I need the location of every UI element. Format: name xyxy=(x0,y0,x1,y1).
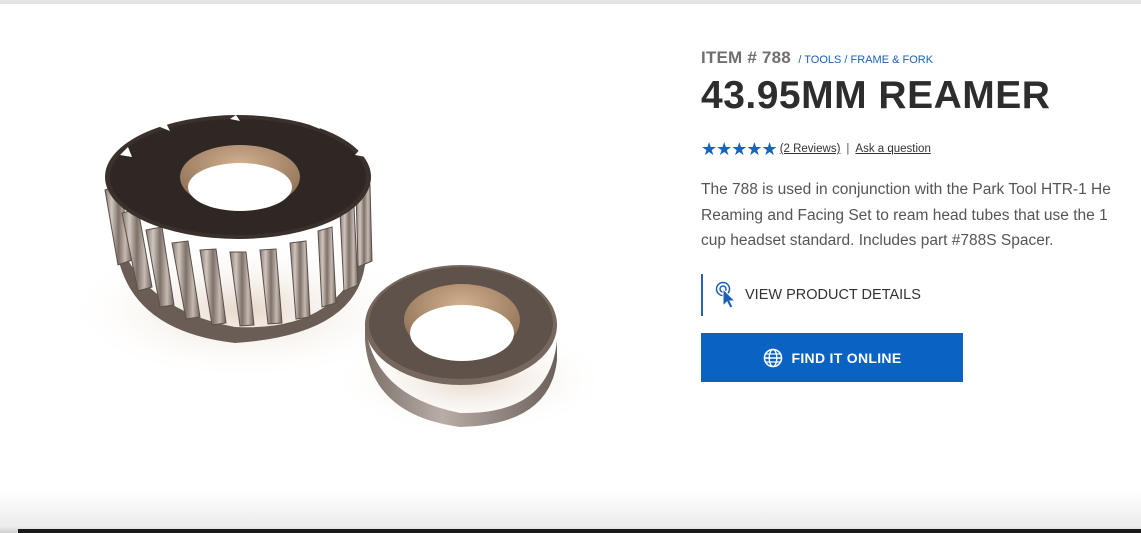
find-it-online-button[interactable]: FIND IT ONLINE xyxy=(701,333,963,382)
top-divider xyxy=(0,0,1141,4)
breadcrumb-link-frame-fork[interactable]: FRAME & FORK xyxy=(851,54,934,66)
rating-separator: | xyxy=(846,143,850,155)
product-description: The 788 is used in conjunction with the … xyxy=(701,181,1111,249)
reviews-link[interactable]: (2 Reviews) xyxy=(780,143,841,155)
item-line: ITEM # 788 / TOOLS / FRAME & FORK xyxy=(701,48,933,68)
rating-row: ★★★★★ (2 Reviews) | Ask a question xyxy=(701,140,931,158)
view-product-details-link[interactable]: VIEW PRODUCT DETAILS xyxy=(701,274,921,316)
pointer-click-icon xyxy=(715,281,737,309)
breadcrumb-separator: / xyxy=(844,54,848,66)
footer-shadow xyxy=(0,490,1141,533)
breadcrumb-link-tools[interactable]: TOOLS xyxy=(804,54,841,66)
view-product-details-label: VIEW PRODUCT DETAILS xyxy=(745,287,921,303)
product-image xyxy=(65,115,610,435)
find-it-online-label: FIND IT ONLINE xyxy=(791,349,902,366)
globe-icon xyxy=(763,348,782,367)
ask-question-link[interactable]: Ask a question xyxy=(855,143,930,155)
bottom-divider xyxy=(18,529,1141,533)
product-title: 43.95MM REAMER xyxy=(701,74,1051,117)
breadcrumb-separator: / xyxy=(798,54,802,66)
star-rating-icon: ★★★★★ xyxy=(701,139,778,159)
breadcrumb: / TOOLS / FRAME & FORK xyxy=(798,54,933,66)
item-number: ITEM # 788 xyxy=(701,48,791,67)
